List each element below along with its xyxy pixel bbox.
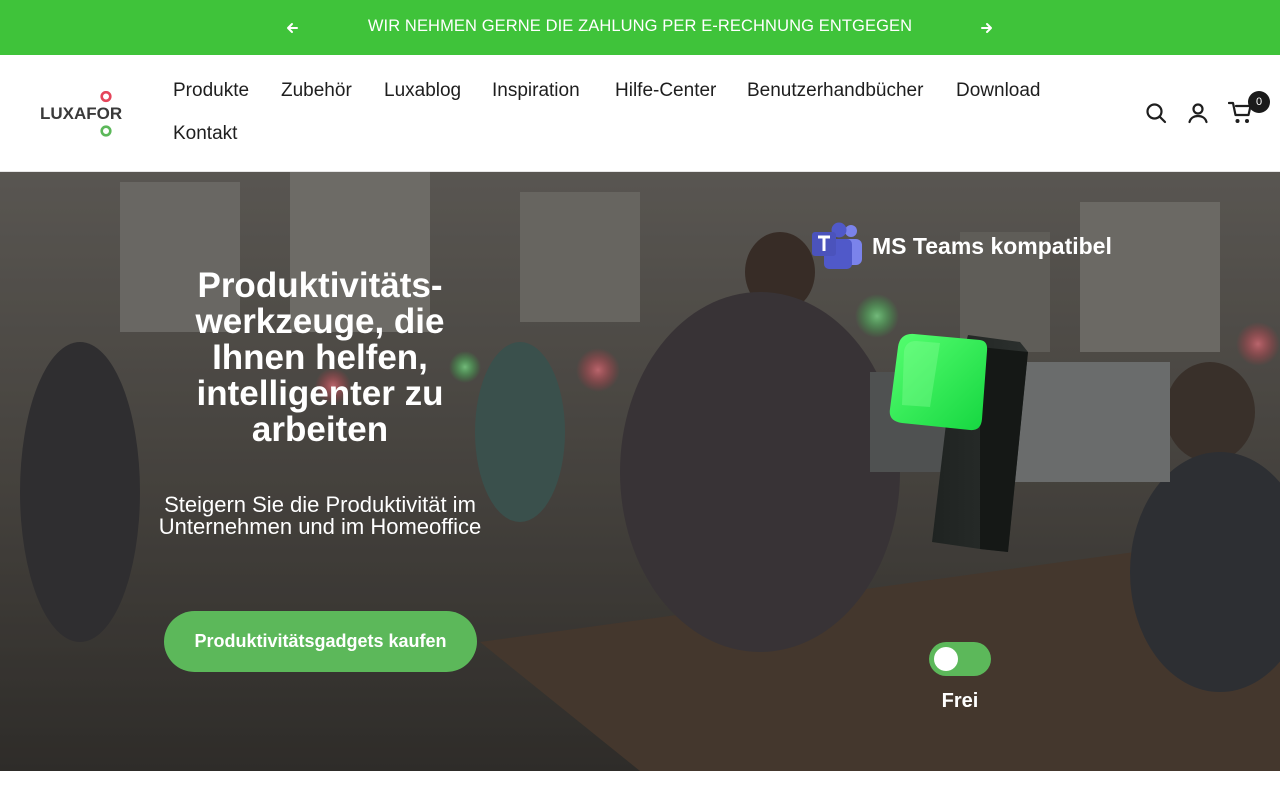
arrow-right-icon [981, 23, 992, 33]
nav-item-luxablog[interactable]: Luxablog [384, 80, 461, 102]
nav-item-produkte[interactable]: Produkte [173, 80, 249, 102]
announcement-next-button[interactable] [975, 16, 999, 40]
ms-teams-icon [812, 222, 862, 269]
hero-subtitle: Steigern Sie die Produktivität im Untern… [158, 492, 482, 539]
account-icon [1188, 103, 1208, 124]
search-button[interactable] [1144, 99, 1172, 127]
toggle-knob [934, 647, 958, 671]
announcement-bar: WIR NEHMEN GERNE DIE ZAHLUNG PER E-RECHN… [0, 0, 1280, 55]
nav-item-zubehoer[interactable]: Zubehör [281, 80, 352, 102]
cart-count-badge: 0 [1248, 91, 1270, 113]
nav-item-download[interactable]: Download [956, 80, 1041, 102]
logo-text: LUXAFOR [40, 104, 122, 123]
teams-compatibility: MS Teams kompatibel [810, 222, 1130, 272]
nav-item-inspiration[interactable]: Inspiration [492, 80, 580, 102]
nav-item-kontakt[interactable]: Kontakt [173, 123, 237, 145]
header-icons: 0 [1144, 91, 1270, 127]
nav-item-benutzerhandbuecher[interactable]: Benutzerhandbücher [747, 80, 923, 102]
cart-button[interactable]: 0 [1228, 91, 1270, 127]
logo-link[interactable]: LUXAFOR [40, 91, 130, 137]
arrow-left-icon [287, 23, 298, 33]
search-icon [1146, 103, 1167, 124]
hero-section: Produktivitäts-werkzeuge, die Ihnen helf… [0, 172, 1280, 771]
shop-gadgets-button[interactable]: Produktivitätsgadgets kaufen [164, 611, 477, 672]
status-toggle-label: Frei [941, 690, 979, 712]
announcement-message: WIR NEHMEN GERNE DIE ZAHLUNG PER E-RECHN… [367, 17, 913, 35]
account-button[interactable] [1186, 99, 1214, 127]
site-header: LUXAFOR Produkte Zubehör Luxablog Inspir… [0, 55, 1280, 172]
status-toggle[interactable] [929, 642, 991, 676]
luxafor-flag-device [889, 333, 1028, 552]
announcement-prev-button[interactable] [280, 16, 304, 40]
teams-label: MS Teams kompatibel [872, 233, 1112, 259]
luxafor-logo: LUXAFOR [40, 91, 122, 137]
hero-title: Produktivitäts-werkzeuge, die Ihnen helf… [195, 266, 445, 449]
nav-item-hilfe-center[interactable]: Hilfe-Center [615, 80, 716, 102]
